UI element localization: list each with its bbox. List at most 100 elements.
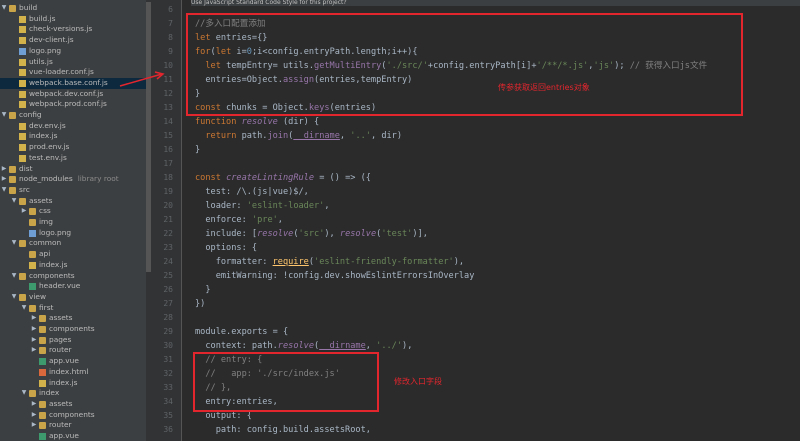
tree-item-api[interactable]: api <box>0 249 148 260</box>
tree-item-dist[interactable]: ▶ dist <box>0 164 148 175</box>
tree-item-index[interactable]: ▼ index <box>0 388 148 399</box>
code-line[interactable]: include: [resolve('src'), resolve('test'… <box>195 227 428 241</box>
tree-item-test-env-js[interactable]: test.env.js <box>0 153 148 164</box>
expand-arrow-icon[interactable]: ▼ <box>10 196 18 207</box>
tree-item-index-html[interactable]: index.html <box>0 367 148 378</box>
code-line[interactable]: options: { <box>195 241 257 255</box>
line-number-gutter: 6 7 8 9 10 11 12 13 14 15 16 17 18 19 20 21 22 23 24 25 26 27… <box>151 0 182 441</box>
collapse-arrow-icon[interactable]: ▶ <box>0 164 8 175</box>
collapse-arrow-icon[interactable]: ▶ <box>30 410 38 421</box>
expand-arrow-icon[interactable]: ▼ <box>0 185 8 196</box>
tree-item-components[interactable]: ▶ components <box>0 324 148 335</box>
tree-item-label: img <box>39 217 53 226</box>
expand-arrow-icon[interactable]: ▼ <box>0 3 8 14</box>
tree-item-common[interactable]: ▼ common <box>0 238 148 249</box>
tree-item-header-vue[interactable]: header.vue <box>0 281 148 292</box>
expand-arrow-icon[interactable]: ▼ <box>20 388 28 399</box>
line-number: 22 <box>163 229 173 238</box>
code-line[interactable]: return path.join(__dirname, '..', dir) <box>195 129 402 143</box>
js-icon <box>39 379 46 387</box>
code-line[interactable]: path: config.build.assetsRoot, <box>195 423 371 437</box>
code-line[interactable]: emitWarning: !config.dev.showEslintError… <box>195 269 475 283</box>
code-line[interactable]: context: path.resolve(__dirname, '../'), <box>195 339 412 353</box>
code-line[interactable]: const createLintingRule = () => ({ <box>195 171 371 185</box>
tree-item-build[interactable]: ▼ build <box>0 3 148 14</box>
tree-item-view[interactable]: ▼ view <box>0 292 148 303</box>
js-icon <box>19 133 26 141</box>
tree-item-label: pages <box>49 334 72 344</box>
collapse-arrow-icon[interactable]: ▶ <box>30 420 38 431</box>
tree-item-pages[interactable]: ▶ pages <box>0 335 148 346</box>
tree-item-router[interactable]: ▶ router <box>0 420 148 431</box>
tree-item-dev-env-js[interactable]: dev.env.js <box>0 121 148 132</box>
img-icon <box>29 229 36 237</box>
code-line[interactable]: } <box>195 283 210 297</box>
tree-item-prod-env-js[interactable]: prod.env.js <box>0 142 148 153</box>
code-line[interactable]: }) <box>195 297 205 311</box>
tree-item-first[interactable]: ▼ first <box>0 303 148 314</box>
tree-item-utils-js[interactable]: utils.js <box>0 57 148 68</box>
tree-item-webpack-dev-conf-js[interactable]: webpack.dev.conf.js <box>0 89 148 100</box>
expand-arrow-icon[interactable]: ▼ <box>20 303 28 314</box>
collapse-arrow-icon[interactable]: ▶ <box>30 324 38 335</box>
js-icon <box>19 90 26 98</box>
code-line[interactable]: loader: 'eslint-loader', <box>195 199 329 213</box>
js-icon <box>19 154 26 162</box>
expand-arrow-icon[interactable]: ▼ <box>10 271 18 282</box>
code-line[interactable]: test: /\.(js|vue)$/, <box>195 185 308 199</box>
code-line[interactable]: module.exports = { <box>195 325 288 339</box>
collapse-arrow-icon[interactable]: ▶ <box>30 313 38 324</box>
tree-item-app-vue[interactable]: app.vue <box>0 356 148 367</box>
tree-item-components[interactable]: ▼ components <box>0 271 148 282</box>
tree-item-index-js[interactable]: index.js <box>0 260 148 271</box>
code-line[interactable]: formatter: require('eslint-friendly-form… <box>195 255 464 269</box>
vue-icon <box>39 433 46 440</box>
tree-item-css[interactable]: ▶ css <box>0 206 148 217</box>
expand-arrow-icon[interactable]: ▼ <box>10 292 18 303</box>
tree-item-logo-png[interactable]: logo.png <box>0 228 148 239</box>
note-chunks: 传参获取返回entries对象 <box>498 83 590 92</box>
collapse-arrow-icon[interactable]: ▶ <box>30 335 38 346</box>
tree-item-build-js[interactable]: build.js <box>0 14 148 25</box>
tree-item-dev-client-js[interactable]: dev-client.js <box>0 35 148 46</box>
line-number: 32 <box>163 369 173 378</box>
expand-arrow-icon[interactable]: ▼ <box>0 110 8 121</box>
js-icon <box>19 101 26 109</box>
tree-item-logo-png[interactable]: logo.png <box>0 46 148 57</box>
tree-item-label: index.js <box>49 377 78 387</box>
tree-item-assets[interactable]: ▼ assets <box>0 196 148 207</box>
tree-item-check-versions-js[interactable]: check-versions.js <box>0 24 148 35</box>
code-line[interactable]: } <box>195 143 200 157</box>
line-number: 14 <box>163 117 173 126</box>
tree-item-assets[interactable]: ▶ assets <box>0 399 148 410</box>
tree-item-label: common <box>29 238 62 248</box>
folder-icon <box>19 272 26 280</box>
line-number: 29 <box>163 327 173 336</box>
tree-item-config[interactable]: ▼ config <box>0 110 148 121</box>
collapse-arrow-icon[interactable]: ▶ <box>20 206 28 217</box>
tree-item-index-js[interactable]: index.js <box>0 131 148 142</box>
tree-item-webpack-prod-conf-js[interactable]: webpack.prod.conf.js <box>0 99 148 110</box>
tree-item-label: components <box>49 409 95 419</box>
tree-item-label: logo.png <box>39 227 72 237</box>
code-line[interactable]: function resolve (dir) { <box>195 115 319 129</box>
tree-item-components[interactable]: ▶ components <box>0 410 148 421</box>
expand-arrow-icon[interactable]: ▼ <box>10 238 18 249</box>
line-number: 9 <box>168 47 173 56</box>
tree-item-node-modules[interactable]: ▶ node_modules library root <box>0 174 148 185</box>
collapse-arrow-icon[interactable]: ▶ <box>30 399 38 410</box>
code-style-hint[interactable]: Use JavaScript Standard Code Style for t… <box>191 0 800 6</box>
tree-item-router[interactable]: ▶ router <box>0 345 148 356</box>
tree-item-app-vue[interactable]: app.vue <box>0 431 148 441</box>
tree-item-assets[interactable]: ▶ assets <box>0 313 148 324</box>
collapse-arrow-icon[interactable]: ▶ <box>0 174 8 185</box>
collapse-arrow-icon[interactable]: ▶ <box>30 345 38 356</box>
tree-item-index-js[interactable]: index.js <box>0 378 148 389</box>
tree-item-src[interactable]: ▼ src <box>0 185 148 196</box>
tree-item-label: utils.js <box>29 56 53 66</box>
tree-item-label: logo.png <box>29 45 62 55</box>
code-line[interactable]: enforce: 'pre', <box>195 213 283 227</box>
project-tree[interactable]: ▼ build build.js check-versions.js dev-clien… <box>0 0 148 441</box>
tree-item-img[interactable]: img <box>0 217 148 228</box>
line-number: 24 <box>163 257 173 266</box>
